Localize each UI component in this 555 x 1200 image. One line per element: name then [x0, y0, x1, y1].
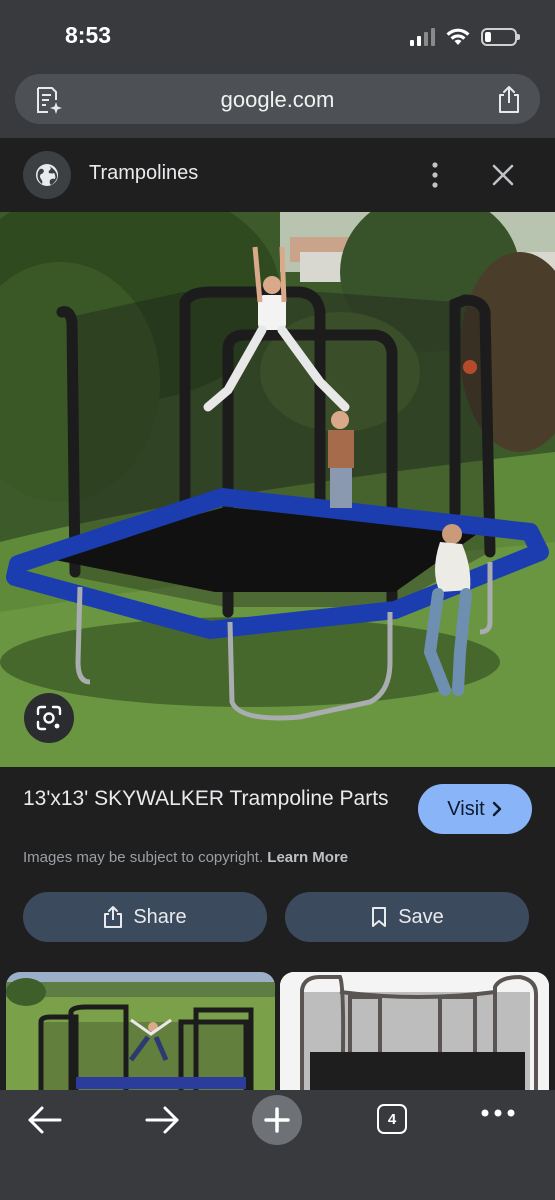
- more-vert-icon[interactable]: [422, 160, 448, 190]
- save-label: Save: [398, 905, 444, 928]
- related-image-2[interactable]: [280, 972, 549, 1100]
- related-image-1-picture: [6, 972, 275, 1100]
- bookmark-icon: [372, 907, 387, 927]
- result-image[interactable]: [0, 212, 555, 767]
- new-tab-button[interactable]: [252, 1095, 302, 1145]
- image-viewer-header: Trampolines: [0, 138, 555, 212]
- share-icon: [104, 906, 123, 928]
- chevron-right-icon: [492, 801, 501, 817]
- address-bar[interactable]: google.com: [15, 74, 540, 124]
- bottom-toolbar: 4: [0, 1090, 555, 1200]
- related-image-1[interactable]: [6, 972, 275, 1100]
- lens-icon: [36, 705, 62, 731]
- browser-toolbar: google.com: [0, 70, 555, 138]
- site-favicon: [23, 151, 71, 199]
- visit-label: Visit: [447, 797, 485, 820]
- arrow-right-icon[interactable]: [143, 1103, 181, 1137]
- more-horiz-icon[interactable]: [480, 1108, 516, 1118]
- result-info-panel: 13'x13' SKYWALKER Trampoline Parts Visit…: [0, 767, 555, 1100]
- url-text[interactable]: google.com: [15, 87, 540, 113]
- save-button[interactable]: Save: [285, 892, 529, 942]
- status-time: 8:53: [65, 22, 112, 48]
- lens-search-button[interactable]: [24, 693, 74, 743]
- cellular-signal-icon: [410, 28, 435, 46]
- result-title[interactable]: 13'x13' SKYWALKER Trampoline Parts: [23, 785, 393, 813]
- copyright-text: Images may be subject to copyright.: [23, 849, 264, 866]
- share-button[interactable]: Share: [23, 892, 267, 942]
- search-query-title: Trampolines: [89, 162, 199, 184]
- status-bar: 8:53: [0, 0, 555, 70]
- wifi-icon: [446, 28, 470, 45]
- plus-icon: [264, 1107, 290, 1133]
- related-image-2-picture: [280, 972, 549, 1100]
- status-icons: [410, 26, 520, 48]
- close-icon[interactable]: [488, 160, 518, 190]
- visit-button[interactable]: Visit: [418, 784, 532, 834]
- globe-icon: [36, 164, 58, 186]
- learn-more-link[interactable]: Learn More: [267, 849, 348, 866]
- share-icon[interactable]: [496, 84, 522, 114]
- copyright-notice: Images may be subject to copyright. Lear…: [23, 849, 348, 866]
- share-label: Share: [133, 905, 187, 928]
- battery-icon: [481, 28, 520, 46]
- arrow-left-icon[interactable]: [26, 1103, 64, 1137]
- tab-switcher-icon[interactable]: 4: [377, 1104, 407, 1134]
- trampoline-photo: [0, 212, 555, 767]
